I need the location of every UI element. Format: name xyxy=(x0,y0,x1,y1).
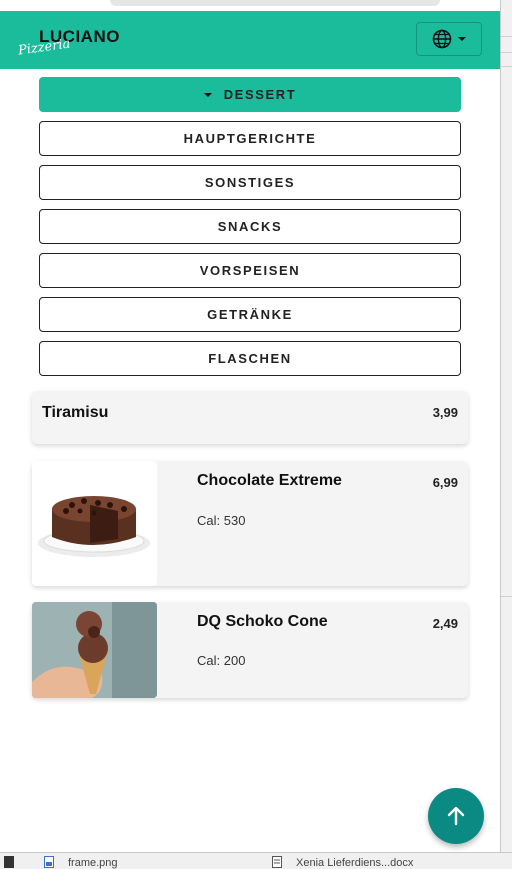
category-label: SNACKS xyxy=(217,219,283,234)
image-file-icon xyxy=(44,856,54,868)
taskbar-item[interactable]: Xenia Lieferdiens...docx xyxy=(296,857,413,869)
category-snacks[interactable]: SNACKS xyxy=(39,209,461,244)
category-label: SONSTIGES xyxy=(204,175,296,190)
document-file-icon xyxy=(272,856,282,868)
category-label: VORSPEISEN xyxy=(199,263,301,278)
category-sonstiges[interactable]: SONSTIGES xyxy=(39,165,461,200)
logo[interactable]: LUCIANO Pizzeria xyxy=(17,25,128,65)
item-name: Tiramisu xyxy=(42,404,109,421)
item-name: DQ Schoko Cone xyxy=(197,613,328,630)
item-image-chocolate-cone xyxy=(32,602,157,698)
chevron-down-icon xyxy=(458,37,466,41)
item-price: 6,99 xyxy=(432,475,458,490)
caret-down-icon xyxy=(203,92,212,97)
category-dessert[interactable]: DESSERT xyxy=(39,77,461,112)
menu-item-card[interactable]: Chocolate Extreme 6,99 Cal: 530 xyxy=(32,461,468,586)
item-name: Chocolate Extreme xyxy=(197,472,342,489)
category-list: DESSERT HAUPTGERICHTE SONSTIGES SNACKS V… xyxy=(39,77,461,385)
category-hauptgerichte[interactable]: HAUPTGERICHTE xyxy=(39,121,461,156)
category-label: FLASCHEN xyxy=(208,351,292,366)
arrow-up-icon xyxy=(447,806,465,826)
taskbar-window-icon xyxy=(4,856,14,868)
item-image-chocolate-cake xyxy=(32,461,157,586)
menu-item-card[interactable]: DQ Schoko Cone 2,49 Cal: 200 xyxy=(32,602,468,698)
item-price: 2,49 xyxy=(432,616,458,631)
browser-top-edge xyxy=(110,0,440,6)
category-getraenke[interactable]: GETRÄNKE xyxy=(39,297,461,332)
scroll-to-top-button[interactable] xyxy=(428,788,484,844)
taskbar-item[interactable]: frame.png xyxy=(68,857,118,869)
taskbar: frame.png Xenia Lieferdiens...docx xyxy=(0,852,512,869)
category-label: HAUPTGERICHTE xyxy=(183,131,317,146)
category-flaschen[interactable]: FLASCHEN xyxy=(39,341,461,376)
category-label: GETRÄNKE xyxy=(207,307,293,322)
category-vorspeisen[interactable]: VORSPEISEN xyxy=(39,253,461,288)
language-dropdown-button[interactable] xyxy=(416,22,482,56)
globe-icon xyxy=(432,29,452,49)
header: LUCIANO Pizzeria xyxy=(0,11,500,69)
item-calories: Cal: 530 xyxy=(197,513,246,528)
background-window-edge xyxy=(500,0,512,868)
app-window: LUCIANO Pizzeria DESSERT HAUPTGERICHTE S… xyxy=(0,0,500,852)
menu-item-card[interactable]: Tiramisu 3,99 xyxy=(32,391,468,444)
item-calories: Cal: 200 xyxy=(197,653,246,668)
item-price: 3,99 xyxy=(432,405,458,420)
category-label: DESSERT xyxy=(223,87,297,102)
logo-script-text: Pizzeria xyxy=(17,36,72,59)
